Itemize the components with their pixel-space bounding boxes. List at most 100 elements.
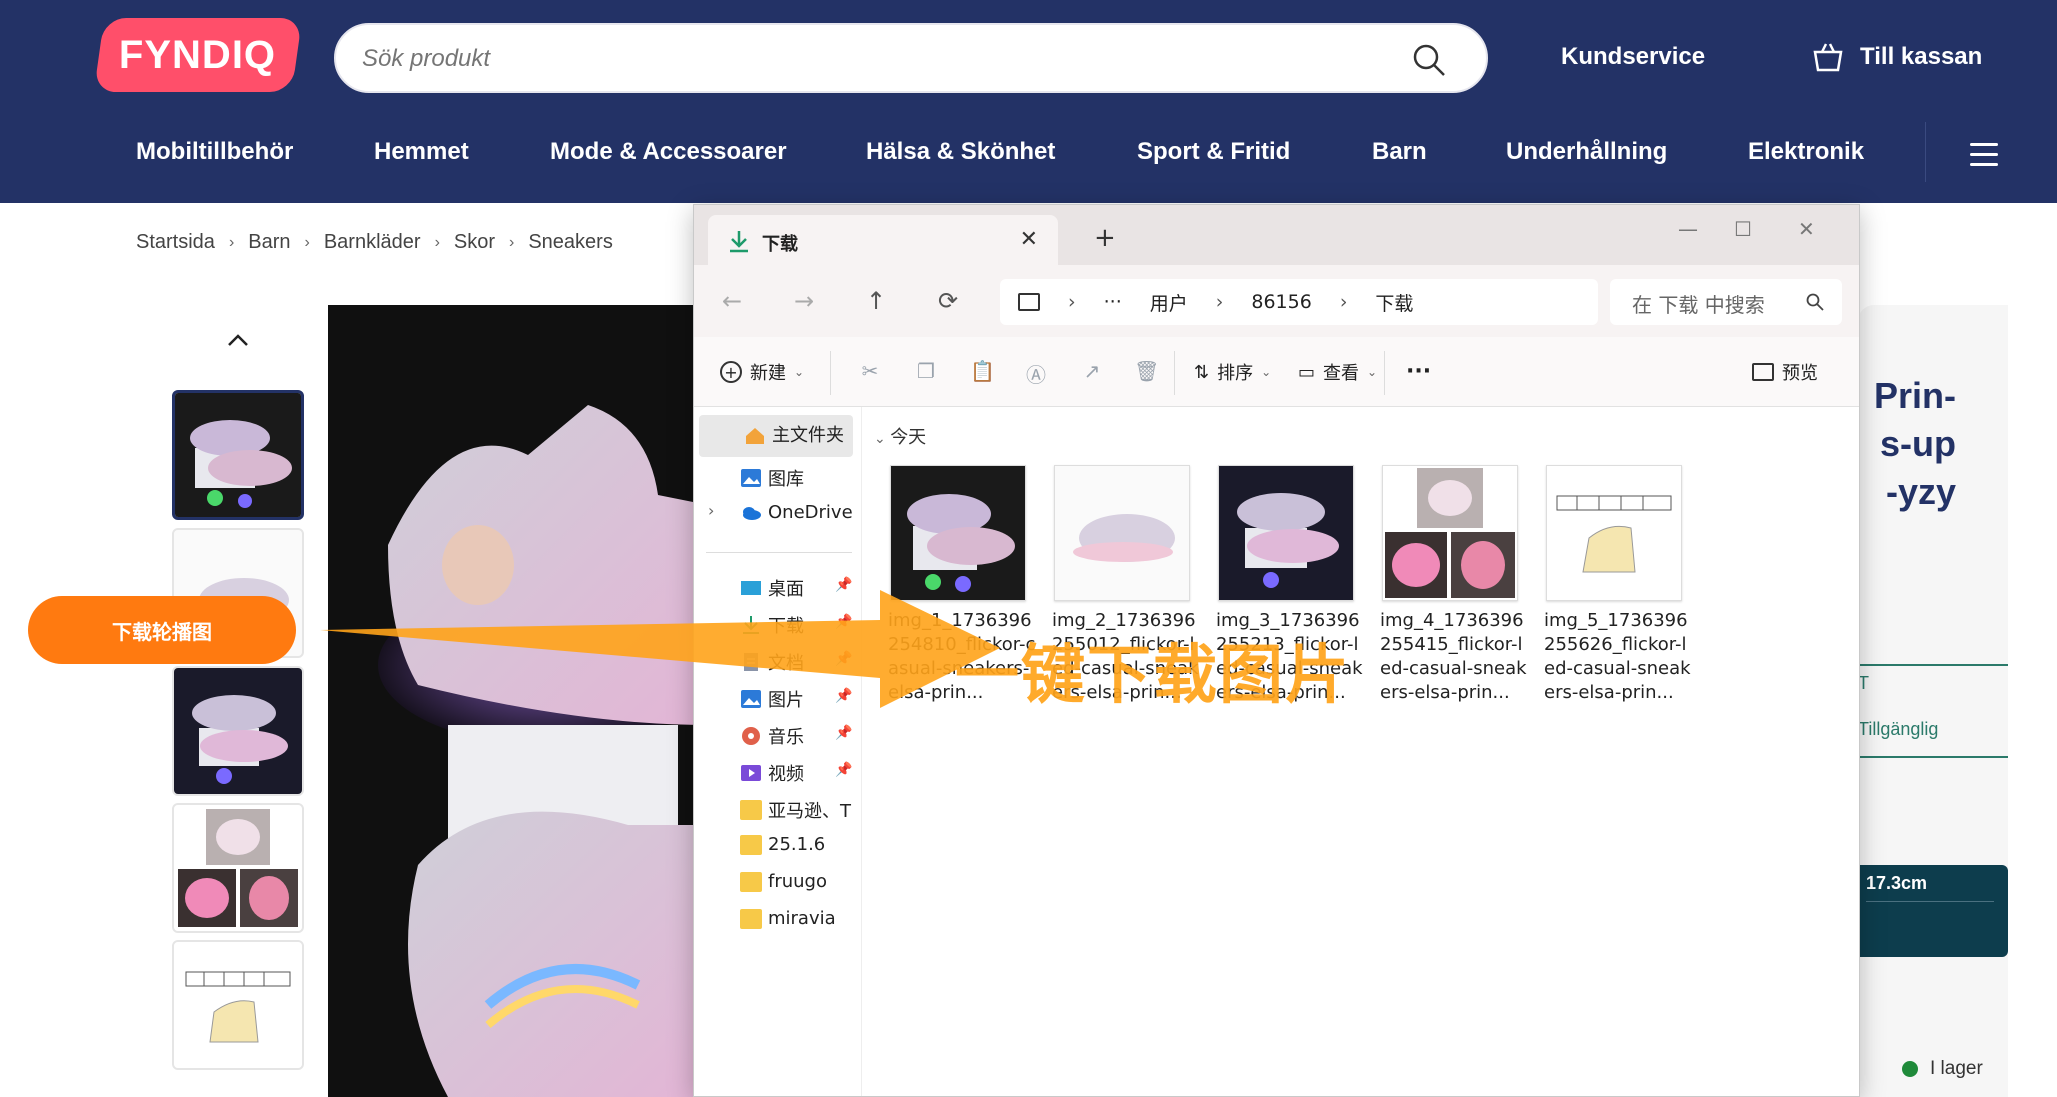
sidebar-item-downloads[interactable]: 下载 (740, 612, 804, 638)
search-input[interactable] (362, 39, 1362, 79)
path-segment[interactable]: 86156 (1251, 291, 1311, 313)
pin-icon[interactable]: 📌 (835, 688, 852, 704)
logo-text: FYNDIQ (119, 32, 277, 77)
nav-elektronik[interactable]: Elektronik (1748, 138, 1864, 166)
thumbnail-5[interactable] (172, 940, 304, 1070)
share-icon[interactable]: ↗ (1080, 359, 1104, 383)
nav-divider (1925, 122, 1926, 182)
copy-icon[interactable]: ❐ (914, 359, 938, 383)
sidebar-item-folder-fruugo[interactable]: fruugo (740, 871, 827, 892)
sidebar-item-folder-miravia[interactable]: miravia (740, 908, 836, 929)
back-arrow-icon[interactable]: ← (722, 287, 742, 315)
preview-button[interactable]: 预览 (1752, 359, 1818, 385)
customer-service-link[interactable]: Kundservice (1561, 43, 1705, 71)
shoe-file-thumbnail (1383, 466, 1517, 600)
product-title: Prin- s-up -yzy (1858, 372, 1956, 516)
breadcrumb-barnklader[interactable]: Barnkläder (324, 231, 421, 254)
new-tab-icon[interactable]: + (1094, 223, 1116, 253)
breadcrumb-sneakers[interactable]: Sneakers (528, 231, 613, 254)
search-icon[interactable] (1412, 43, 1446, 77)
nav-hemmet[interactable]: Hemmet (374, 138, 469, 166)
more-options-icon[interactable]: ··· (1406, 359, 1431, 384)
pin-icon[interactable]: 📌 (835, 725, 852, 741)
paste-icon[interactable]: 📋 (970, 359, 995, 383)
pin-icon[interactable]: 📌 (835, 762, 852, 778)
divider (830, 351, 831, 395)
close-tab-icon[interactable]: ✕ (1020, 227, 1038, 252)
cut-icon[interactable]: ✂ (858, 359, 882, 383)
sidebar-item-gallery[interactable]: 图库 (740, 465, 804, 491)
more-path-icon[interactable]: ··· (1104, 291, 1122, 313)
folder-icon (740, 871, 762, 892)
sidebar-item-home[interactable]: 主文件夹 (699, 415, 853, 457)
tab-downloads[interactable]: 下载 ✕ (708, 215, 1058, 267)
nav-mode-accessoarer[interactable]: Mode & Accessoarer (550, 138, 787, 166)
availability-text: Tillgänglig (1858, 719, 1939, 739)
download-carousel-button[interactable]: 下载轮播图 (28, 596, 296, 664)
menu-icon[interactable] (1970, 143, 1998, 167)
sidebar-label: miravia (768, 908, 836, 929)
nav-barn[interactable]: Barn (1372, 138, 1427, 166)
maximize-icon[interactable]: ☐ (1734, 217, 1752, 241)
thumbnail-4[interactable] (172, 803, 304, 933)
sidebar-item-music[interactable]: 音乐 (740, 723, 804, 749)
path-segment[interactable]: 下载 (1375, 289, 1413, 316)
overlay-caption: 一键下载图片 (955, 639, 1351, 713)
sort-label: 排序 (1217, 363, 1254, 384)
nav-underhallning[interactable]: Underhållning (1506, 138, 1667, 166)
home-icon (746, 428, 764, 444)
sidebar-item-folder-25-1-6[interactable]: 25.1.6 (740, 834, 825, 855)
nav-halsa-skonhet[interactable]: Hälsa & Skönhet (866, 138, 1055, 166)
sidebar-item-folder-amazon[interactable]: 亚马逊、T (740, 797, 851, 823)
minimize-icon[interactable]: — (1678, 217, 1698, 241)
forward-arrow-icon[interactable]: → (794, 287, 814, 315)
file-item[interactable]: img_4_1736396255415_flickor-led-casual-s… (1380, 465, 1530, 705)
basket-icon[interactable] (1812, 42, 1844, 72)
view-button[interactable]: ▭ 查看 ⌄ (1298, 359, 1377, 385)
checkout-link[interactable]: Till kassan (1860, 43, 1982, 71)
view-icon: ▭ (1298, 361, 1316, 383)
product-main-image[interactable] (328, 305, 708, 1097)
pin-icon[interactable]: 📌 (835, 614, 852, 630)
sidebar-item-documents[interactable]: 文档 (740, 649, 804, 675)
size-option-selected[interactable]: 17.3cm (1858, 865, 2008, 957)
shoe-product-image (328, 305, 708, 1097)
sort-button[interactable]: ⇅ 排序 ⌄ (1194, 359, 1271, 385)
search-bar[interactable] (334, 23, 1488, 93)
pin-icon[interactable]: 📌 (835, 651, 852, 667)
chevron-down-icon: ⌄ (794, 365, 805, 379)
new-button[interactable]: + 新建 ⌄ (720, 359, 804, 385)
shoe-file-thumbnail (1055, 466, 1189, 600)
pin-icon[interactable]: 📌 (835, 577, 852, 593)
thumbnail-1[interactable] (172, 390, 304, 520)
explorer-search-input[interactable]: 在 下载 中搜索 (1610, 279, 1842, 325)
close-window-icon[interactable]: ✕ (1798, 217, 1815, 241)
breadcrumb-skor[interactable]: Skor (454, 231, 495, 254)
chevron-right-icon: › (1339, 291, 1348, 313)
rename-icon[interactable]: Ⓐ (1024, 359, 1048, 387)
title-line: -yzy (1885, 471, 1956, 512)
chevron-up-icon[interactable] (226, 330, 250, 350)
refresh-icon[interactable]: ⟳ (938, 287, 958, 315)
divider (1174, 351, 1175, 395)
address-bar[interactable]: › ··· 用户 › 86156 › 下载 (1000, 279, 1598, 325)
delete-icon[interactable]: 🗑 (1134, 359, 1159, 383)
sidebar-item-onedrive[interactable]: OneDrive (740, 502, 853, 523)
folder-icon (740, 834, 762, 855)
chevron-right-icon[interactable]: › (708, 501, 714, 520)
nav-sport-fritid[interactable]: Sport & Fritid (1137, 138, 1290, 166)
up-arrow-icon[interactable]: ↑ (866, 287, 886, 315)
sidebar-label: 下载 (768, 616, 804, 637)
sidebar-item-desktop[interactable]: 桌面 (740, 575, 804, 601)
nav-mobiltillbehor[interactable]: Mobiltillbehör (136, 138, 293, 166)
sidebar-item-videos[interactable]: 视频 (740, 760, 804, 786)
thumbnail-3[interactable] (172, 666, 304, 796)
path-segment[interactable]: 用户 (1150, 289, 1188, 316)
sidebar-item-pictures[interactable]: 图片 (740, 686, 804, 712)
breadcrumb-barn[interactable]: Barn (248, 231, 290, 254)
shoe-thumbnail-image (174, 805, 302, 931)
breadcrumb-startsida[interactable]: Startsida (136, 231, 215, 254)
group-header-today[interactable]: ⌄ 今天 (874, 423, 926, 449)
file-item[interactable]: img_5_1736396255626_flickor-led-casual-s… (1544, 465, 1694, 705)
fyndiq-logo[interactable]: FYNDIQ (93, 18, 303, 92)
